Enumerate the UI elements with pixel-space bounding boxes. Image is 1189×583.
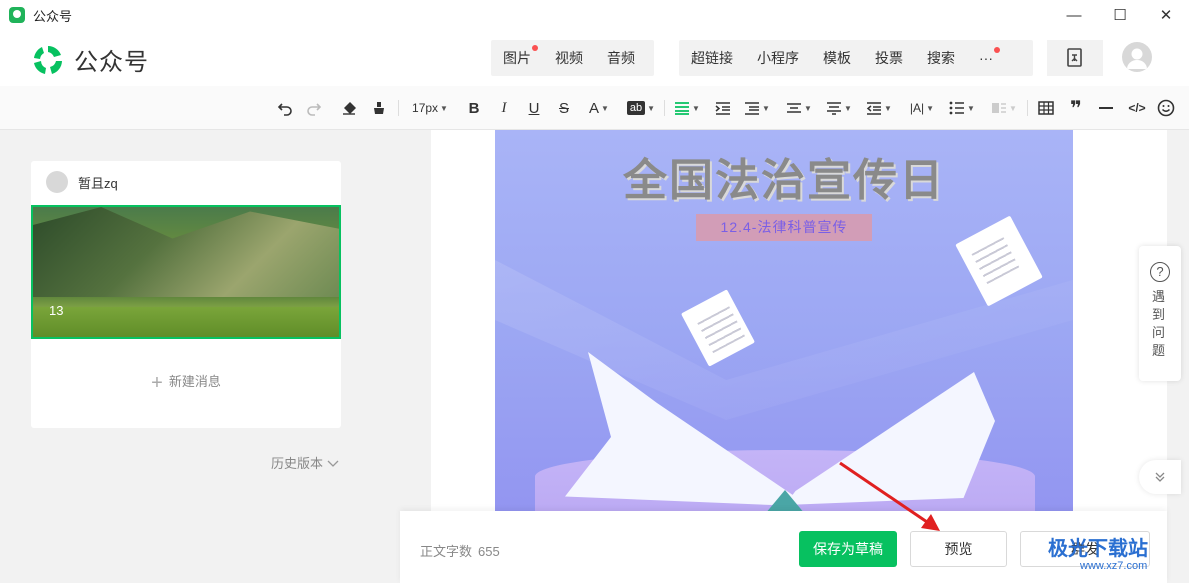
- logo-icon: [34, 45, 62, 74]
- new-dot: [532, 45, 538, 51]
- cover-mountains: [33, 207, 339, 297]
- article-card: 暂且zq 13 + 新建消息: [31, 161, 341, 428]
- history-version-link[interactable]: 历史版本: [271, 453, 339, 472]
- template-button[interactable]: 模板: [811, 48, 863, 68]
- minimize-button[interactable]: —: [1051, 0, 1097, 30]
- background-color-button[interactable]: ab ▼: [624, 86, 658, 130]
- font-size-select[interactable]: 17px ▼: [406, 86, 454, 130]
- chevron-down-icon: [327, 460, 339, 467]
- format-toolbar: 17px ▼ B I U S A ▼ ab ▼ ▼ ▼ ▼ ▼ ▼ |A| ▼ ▼ ▼ …: [0, 86, 1189, 130]
- table-icon[interactable]: [1035, 86, 1057, 130]
- insert-hyperlink-button[interactable]: 超链接: [679, 48, 745, 68]
- insert-audio-button[interactable]: 音频: [595, 48, 647, 68]
- image-layout-icon[interactable]: ▼: [988, 86, 1020, 130]
- search-button[interactable]: 搜索: [915, 48, 967, 68]
- caret-down-icon: ▼: [926, 103, 935, 113]
- logo: 公众号: [30, 42, 149, 77]
- insert-miniprogram-button[interactable]: 小程序: [745, 48, 811, 68]
- caret-down-icon: ▼: [647, 103, 656, 113]
- close-button[interactable]: ✕: [1143, 0, 1189, 30]
- user-avatar[interactable]: [1122, 42, 1152, 72]
- toolbar-divider: [1027, 100, 1028, 116]
- caret-down-icon: ▼: [884, 103, 892, 113]
- scroll-down-button[interactable]: [1139, 460, 1181, 494]
- logo-text: 公众号: [74, 49, 149, 76]
- poster-subtitle: 12.4-法律科普宣传: [696, 214, 872, 241]
- strikethrough-button[interactable]: S: [554, 86, 574, 130]
- undo-icon[interactable]: [274, 86, 296, 130]
- author-avatar: [46, 171, 68, 193]
- window-titlebar: 公众号 — ☐ ✕: [0, 0, 1189, 30]
- paper-illustration: [680, 289, 756, 367]
- vote-button[interactable]: 投票: [863, 48, 915, 68]
- plus-icon: +: [151, 372, 163, 394]
- avatar-icon: [1127, 48, 1147, 69]
- caret-down-icon: ▼: [967, 103, 975, 113]
- format-painter-icon[interactable]: [368, 86, 390, 130]
- caret-down-icon: ▼: [762, 103, 770, 113]
- redo-icon[interactable]: [303, 86, 325, 130]
- media-insert-group: 图片 视频 音频: [491, 40, 654, 76]
- italic-button[interactable]: I: [494, 86, 514, 130]
- text-align-icon[interactable]: ▼: [824, 86, 854, 130]
- toolbar-divider: [398, 100, 399, 116]
- caret-down-icon: ▼: [692, 103, 700, 113]
- author-name: 暂且zq: [78, 175, 118, 191]
- indent-icon[interactable]: [712, 86, 734, 130]
- code-button[interactable]: </>: [1124, 86, 1150, 130]
- line-spacing-icon[interactable]: ▼: [742, 86, 772, 130]
- window-controls: — ☐ ✕: [1051, 0, 1189, 30]
- help-panel[interactable]: ? 遇到问题: [1139, 246, 1181, 381]
- underline-button[interactable]: U: [524, 86, 544, 130]
- caret-down-icon: ▼: [601, 103, 609, 113]
- author-row: 暂且zq: [46, 171, 118, 193]
- letter-spacing-button[interactable]: |A| ▼: [905, 86, 939, 130]
- quote-button[interactable]: ❞: [1065, 86, 1087, 130]
- double-chevron-down-icon: [1155, 472, 1165, 482]
- eraser-icon[interactable]: [338, 86, 360, 130]
- document-button[interactable]: [1047, 40, 1103, 76]
- document-icon: [1067, 48, 1082, 67]
- cover-count: 13: [49, 303, 64, 318]
- caret-down-icon: ▼: [1009, 103, 1017, 113]
- toolbar-divider: [664, 100, 665, 116]
- emoji-icon[interactable]: [1155, 86, 1177, 130]
- cover-meadow: [33, 307, 339, 337]
- word-count-value: 655: [478, 544, 500, 559]
- divider-line-icon[interactable]: [1095, 86, 1117, 130]
- watermark-logo: 极光下载站: [1048, 538, 1148, 560]
- caret-down-icon: ▼: [440, 103, 448, 113]
- bullet-list-icon[interactable]: ▼: [947, 86, 977, 130]
- align-left-button[interactable]: ▼: [672, 86, 702, 130]
- more-button[interactable]: ···: [967, 47, 1005, 66]
- link-insert-group: 超链接 小程序 模板 投票 搜索 ···: [679, 40, 1033, 76]
- caret-down-icon: ▼: [844, 103, 852, 113]
- question-icon: ?: [1150, 262, 1170, 282]
- app-icon: [9, 7, 25, 23]
- word-count: 正文字数 655: [420, 544, 500, 559]
- help-label: 遇到问题: [1152, 289, 1166, 358]
- outdent-icon[interactable]: ▼: [864, 86, 894, 130]
- new-dot: [994, 47, 1000, 53]
- paragraph-spacing-icon[interactable]: ▼: [784, 86, 814, 130]
- maximize-button[interactable]: ☐: [1097, 0, 1143, 30]
- article-cover-image[interactable]: 13: [31, 205, 341, 339]
- caret-down-icon: ▼: [804, 103, 812, 113]
- window-title: 公众号: [33, 8, 73, 24]
- bold-button[interactable]: B: [464, 86, 484, 130]
- poster-title: 全国法治宣传日: [623, 156, 945, 205]
- watermark-url: www.xz7.com: [1080, 560, 1148, 572]
- insert-image-button[interactable]: 图片: [491, 45, 543, 68]
- font-color-button[interactable]: A ▼: [584, 86, 614, 130]
- editor-header: 公众号 图片 视频 音频 超链接 小程序 模板 投票 搜索 ···: [0, 30, 1189, 86]
- annotation-arrow-icon: [839, 461, 940, 531]
- new-message-button[interactable]: + 新建消息: [31, 371, 341, 395]
- insert-video-button[interactable]: 视频: [543, 48, 595, 68]
